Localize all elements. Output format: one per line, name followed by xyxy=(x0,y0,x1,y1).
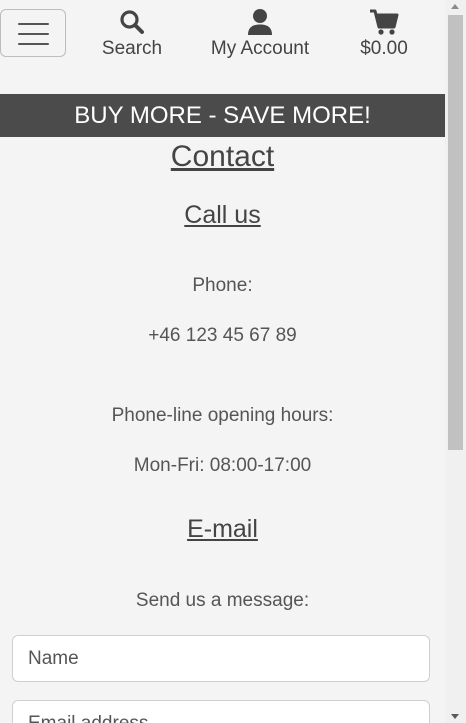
phone-label: Phone: xyxy=(192,275,253,296)
promo-banner: BUY MORE - SAVE MORE! xyxy=(0,94,445,137)
name-field[interactable] xyxy=(12,635,430,682)
hamburger-menu-button[interactable] xyxy=(0,9,66,57)
page-title: Contact xyxy=(170,140,275,173)
cart-icon xyxy=(370,9,399,35)
cart-total: $0.00 xyxy=(360,38,408,59)
nav-my-account[interactable]: My Account xyxy=(200,6,320,60)
message-intro: Send us a message: xyxy=(135,590,310,611)
email-field[interactable] xyxy=(12,700,430,723)
call-us-heading: Call us xyxy=(184,201,261,229)
nav-cart[interactable]: $0.00 xyxy=(344,6,424,60)
email-heading: E-mail xyxy=(187,515,258,543)
scroll-down-arrow-icon[interactable] xyxy=(451,714,459,719)
opening-hours-value: Mon-Fri: 08:00-17:00 xyxy=(133,455,312,476)
nav-search-label: Search xyxy=(101,38,163,59)
menu-icon xyxy=(18,23,49,25)
nav-my-account-label: My Account xyxy=(210,38,310,59)
scrollbar-thumb[interactable] xyxy=(448,15,463,450)
user-icon xyxy=(248,9,272,35)
menu-icon-bar xyxy=(18,43,49,45)
menu-icon-bar xyxy=(18,33,49,35)
scroll-up-arrow-icon[interactable] xyxy=(451,4,459,9)
page: Search My Account $0.00 BUY MORE - SAVE … xyxy=(0,0,445,723)
nav-search[interactable]: Search xyxy=(92,6,172,60)
search-icon xyxy=(120,10,144,34)
page-scrollbar[interactable] xyxy=(445,0,466,723)
opening-hours-label: Phone-line opening hours: xyxy=(111,405,334,426)
phone-number: +46 123 45 67 89 xyxy=(148,325,297,346)
